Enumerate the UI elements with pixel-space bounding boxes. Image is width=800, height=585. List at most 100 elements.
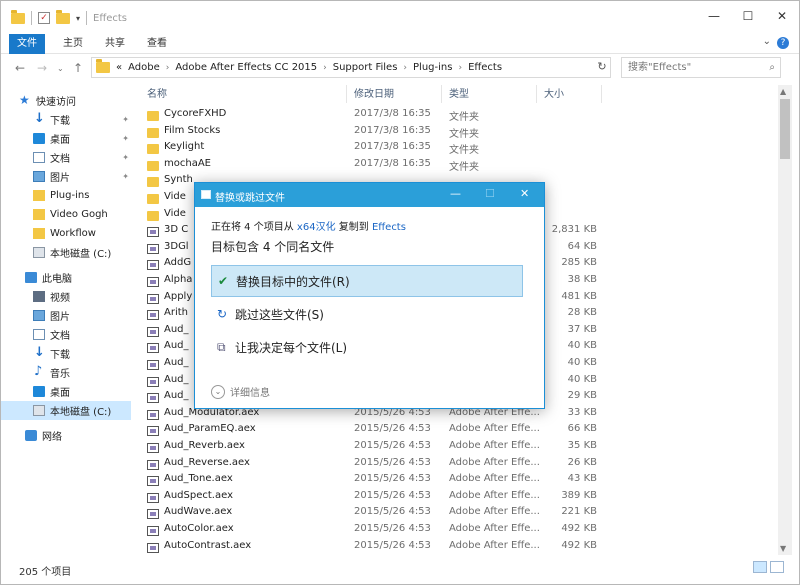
help-icon[interactable]: ? bbox=[777, 37, 789, 49]
sidebar-item-quick-access[interactable]: ★ 快速访问 bbox=[1, 91, 131, 110]
column-header-type[interactable]: 类型 bbox=[449, 85, 469, 103]
dialog-maximize-button[interactable]: ☐ bbox=[485, 187, 495, 200]
quick-access-toolbar: ✓ ▾ bbox=[11, 9, 88, 25]
file-row[interactable]: AutoColor.aex 2015/5/26 4:53 Adobe After E… bbox=[141, 523, 771, 539]
breadcrumb-overflow[interactable]: « bbox=[116, 62, 122, 73]
chevron-right-icon[interactable]: › bbox=[166, 63, 170, 73]
sidebar-item-downloads-pc[interactable]: 下载 bbox=[1, 344, 131, 363]
dialog-minimize-button[interactable]: — bbox=[450, 187, 461, 200]
file-row[interactable]: mochaAE 2017/3/8 16:35 文件夹 bbox=[141, 158, 771, 174]
chevron-right-icon[interactable]: › bbox=[458, 63, 462, 73]
plugin-file-icon bbox=[147, 509, 159, 520]
chevron-right-icon[interactable]: › bbox=[403, 63, 407, 73]
plugin-file-icon bbox=[147, 426, 159, 437]
sidebar-item-video-gogh[interactable]: Video Gogh bbox=[1, 205, 131, 224]
breadcrumb-after-effects[interactable]: Adobe After Effects CC 2015 bbox=[175, 62, 317, 73]
file-size: 389 KB bbox=[561, 489, 597, 501]
sidebar-item-documents-pc[interactable]: 文档 bbox=[1, 325, 131, 344]
more-details-toggle[interactable]: ⌄ 详细信息 bbox=[211, 384, 270, 399]
address-bar[interactable]: « Adobe › Adobe After Effects CC 2015 › … bbox=[91, 57, 611, 78]
sidebar-item-desktop[interactable]: 桌面 ✦ bbox=[1, 129, 131, 148]
file-row[interactable]: Aud_Tone.aex 2015/5/26 4:53 Adobe After Ef… bbox=[141, 473, 771, 489]
sidebar-item-downloads[interactable]: 下载✦ bbox=[1, 110, 131, 129]
plugin-file-icon bbox=[147, 443, 159, 453]
file-type: 文件夹 bbox=[449, 145, 479, 157]
back-arrow-icon[interactable]: ← bbox=[15, 61, 25, 75]
sidebar-item-music[interactable]: 音乐 bbox=[1, 363, 131, 382]
dialog-close-button[interactable]: ✕ bbox=[520, 187, 529, 200]
large-icons-view-button[interactable] bbox=[770, 561, 784, 573]
file-row[interactable]: AudSpect.aex 2015/5/26 4:53 Adobe After Ef… bbox=[141, 490, 771, 506]
customize-dropdown-icon[interactable]: ▾ bbox=[76, 14, 80, 23]
close-button[interactable]: ✕ bbox=[765, 1, 799, 31]
sidebar-item-pictures[interactable]: 图片 ✦ bbox=[1, 167, 131, 186]
recent-locations-icon[interactable]: ⌄ bbox=[57, 64, 64, 73]
tab-share[interactable]: 共享 bbox=[105, 34, 125, 54]
scrollbar-thumb[interactable] bbox=[780, 99, 790, 159]
column-header-name[interactable]: 名称 bbox=[147, 85, 167, 103]
skip-files-option[interactable]: ↻ 跳过这些文件(S) bbox=[211, 298, 523, 330]
maximize-button[interactable]: ☐ bbox=[731, 1, 765, 31]
sidebar-item-network[interactable]: 网络 bbox=[1, 426, 131, 445]
up-arrow-icon[interactable]: ↑ bbox=[73, 61, 83, 75]
file-row[interactable]: AutoContrast.aex 2015/5/26 4:53 Adobe Afte… bbox=[141, 540, 771, 556]
properties-icon[interactable]: ✓ bbox=[38, 12, 50, 24]
file-row[interactable]: AudWave.aex 2015/5/26 4:53 Adobe After Eff… bbox=[141, 506, 771, 522]
search-input[interactable]: 搜索"Effects" ⌕ bbox=[621, 57, 781, 78]
details-view-button[interactable] bbox=[753, 561, 767, 573]
column-header-date[interactable]: 修改日期 bbox=[354, 85, 394, 103]
file-row[interactable]: Aud_ParamEQ.aex 2015/5/26 4:53 Adobe After… bbox=[141, 423, 771, 439]
file-row[interactable]: Aud_Reverb.aex 2015/5/26 4:53 Adobe After … bbox=[141, 440, 771, 456]
expand-ribbon-icon[interactable]: ⌄ bbox=[763, 36, 771, 47]
sidebar-item-plug-ins[interactable]: Plug-ins bbox=[1, 186, 131, 205]
file-row[interactable]: Keylight 2017/3/8 16:35 文件夹 bbox=[141, 141, 771, 157]
file-name: Aud_Tone.aex bbox=[164, 473, 233, 485]
tab-home[interactable]: 主页 bbox=[63, 34, 83, 54]
status-item-count: 205 个项目 bbox=[19, 567, 72, 578]
sidebar-item-desktop-pc[interactable]: 桌面 bbox=[1, 382, 131, 401]
folder-icon bbox=[96, 59, 110, 73]
file-row[interactable]: Aud_Reverse.aex 2015/5/26 4:53 Adobe After… bbox=[141, 457, 771, 473]
breadcrumb-adobe[interactable]: Adobe bbox=[128, 62, 160, 73]
document-icon bbox=[33, 329, 45, 340]
title-bar: ✓ ▾ Effects — ☐ ✕ bbox=[1, 1, 799, 34]
breadcrumb-support-files[interactable]: Support Files bbox=[333, 62, 398, 73]
sidebar-item-documents[interactable]: 文档 ✦ bbox=[1, 148, 131, 167]
file-size: 2,831 KB bbox=[551, 224, 597, 236]
window-title: Effects bbox=[93, 13, 127, 24]
dialog-title: 替换或跳过文件 bbox=[215, 193, 285, 204]
sidebar-item-local-disk-pc[interactable]: 本地磁盘 (C:) bbox=[1, 401, 131, 420]
disk-icon bbox=[33, 405, 45, 416]
vertical-scrollbar[interactable]: ▲ ▼ bbox=[778, 85, 792, 555]
tab-file[interactable]: 文件 bbox=[9, 34, 45, 54]
breadcrumb-plug-ins[interactable]: Plug-ins bbox=[413, 62, 452, 73]
tab-view[interactable]: 查看 bbox=[147, 34, 167, 54]
sidebar-item-workflow[interactable]: Workflow bbox=[1, 224, 131, 243]
chevron-right-icon[interactable]: › bbox=[323, 63, 327, 73]
plugin-file-icon bbox=[147, 277, 159, 287]
file-row[interactable]: CycoreFXHD 2017/3/8 16:35 文件夹 bbox=[141, 108, 771, 124]
minimize-button[interactable]: — bbox=[697, 1, 731, 31]
forward-arrow-icon[interactable]: → bbox=[37, 61, 47, 75]
new-folder-icon[interactable] bbox=[56, 9, 70, 24]
destination-link[interactable]: Effects bbox=[372, 222, 406, 233]
sidebar-item-videos[interactable]: 视频 bbox=[1, 287, 131, 306]
file-name: Alpha bbox=[164, 274, 193, 285]
file-size: 40 KB bbox=[567, 373, 597, 385]
file-size: 40 KB bbox=[567, 340, 597, 352]
refresh-icon[interactable]: ↻ bbox=[594, 60, 610, 76]
scroll-up-icon[interactable]: ▲ bbox=[780, 87, 786, 96]
breadcrumb-effects[interactable]: Effects bbox=[468, 62, 502, 73]
replace-files-option[interactable]: ✔ 替换目标中的文件(R) bbox=[211, 265, 523, 297]
file-row[interactable]: Film Stocks 2017/3/8 16:35 文件夹 bbox=[141, 125, 771, 141]
column-header-size[interactable]: 大小 bbox=[544, 85, 564, 103]
decide-each-file-option[interactable]: ⧉ 让我决定每个文件(L) bbox=[211, 331, 523, 363]
search-icon[interactable]: ⌕ bbox=[769, 58, 775, 77]
sidebar-item-pictures-pc[interactable]: 图片 bbox=[1, 306, 131, 325]
scroll-down-icon[interactable]: ▼ bbox=[780, 544, 786, 553]
sidebar-item-this-pc[interactable]: 此电脑 bbox=[1, 268, 131, 287]
plugin-file-icon bbox=[147, 526, 159, 536]
file-row[interactable]: Aud_Modulator.aex 2015/5/26 4:53 Adobe Aft… bbox=[141, 407, 771, 423]
sidebar-item-local-disk[interactable]: 本地磁盘 (C:) bbox=[1, 243, 131, 262]
source-link[interactable]: x64汉化 bbox=[297, 222, 336, 233]
